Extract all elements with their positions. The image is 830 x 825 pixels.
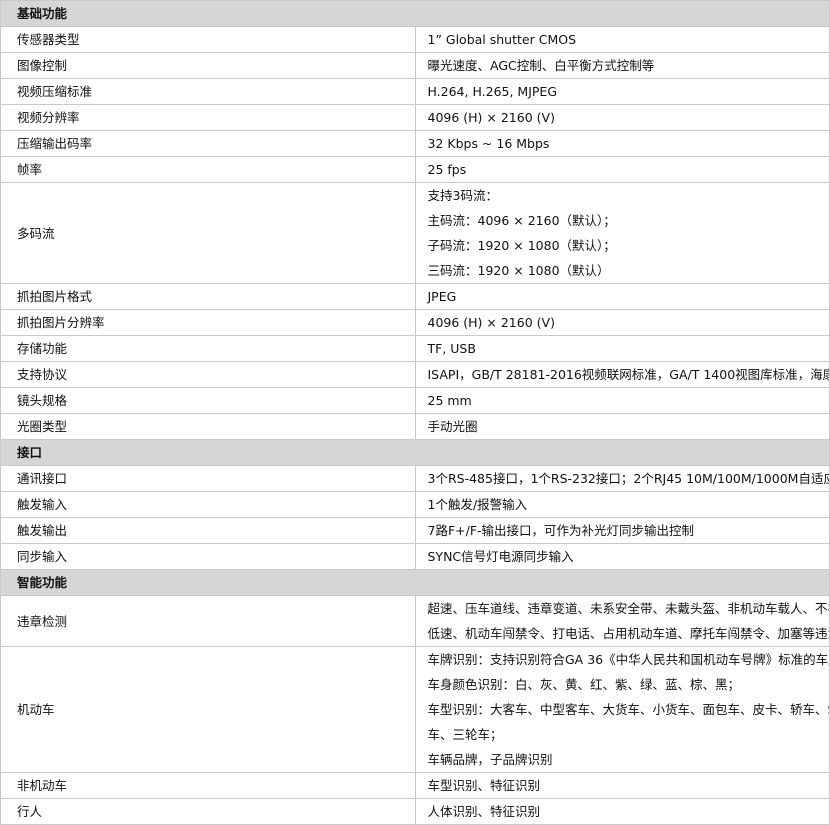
table-row: 抓拍图片分辨率 4096 (H) × 2160 (V) — [0, 309, 830, 336]
table-row: 触发输出 7路F+/F-输出接口，可作为补光灯同步输出控制 — [0, 517, 830, 544]
table-row: 行人 人体识别、特征识别 — [0, 798, 830, 825]
table-row: 多码流 支持3码流： 主码流：4096 × 2160（默认）； 子码流：1920 × … — [0, 182, 830, 284]
spec-label: 图像控制 — [0, 52, 416, 79]
table-row: 通讯接口 3个RS-485接口，1个RS-232接口；2个RJ45 10M/100… — [0, 465, 830, 492]
spec-label: 支持协议 — [0, 361, 416, 388]
section-header-row: 接口 — [0, 439, 830, 466]
spec-value-line: 车身颜色识别：白、灰、黄、红、紫、绿、蓝、棕、黑； — [427, 677, 741, 692]
spec-label: 存储功能 — [0, 335, 416, 362]
spec-label: 非机动车 — [0, 772, 416, 799]
spec-label: 触发输入 — [0, 491, 416, 518]
table-row: 支持协议 ISAPI，GB/T 28181-2016视频联网标准，GA/T 140… — [0, 361, 830, 388]
section-title: 接口 — [0, 439, 830, 466]
spec-value: TF, USB — [414, 335, 830, 362]
table-row: 机动车车牌识别：支持识别符合GA 36《中华人民共和国机动车号牌》标准的车牌类型… — [0, 646, 830, 773]
table-row: 帧率 25 fps — [0, 156, 830, 183]
spec-label: 抓拍图片分辨率 — [0, 309, 416, 336]
spec-value-line: 车型识别：大客车、中型客车、大货车、小货车、面包车、皮卡、轿车、SUV/MPV、… — [427, 702, 829, 717]
spec-value-line: 低速、机动车闯禁令、打电话、占用机动车道、摩托车闯禁令、加塞等违法行为 — [427, 626, 830, 641]
spec-value: SYNC信号灯电源同步输入 — [414, 543, 830, 570]
section-title: 基础功能 — [0, 0, 830, 27]
spec-value-line: 车辆品牌，子品牌识别 — [427, 752, 553, 767]
spec-value-line: 车、三轮车； — [427, 727, 503, 742]
spec-table-body: 基础功能 传感器类型 1” Global shutter CMOS 图像控制 曝光速度、… — [0, 0, 830, 825]
spec-label: 视频压缩标准 — [0, 78, 416, 105]
spec-value-line: 三码流：1920 × 1080（默认） — [427, 263, 610, 278]
spec-label: 抓拍图片格式 — [0, 283, 416, 310]
table-row: 触发输入 1个触发/报警输入 — [0, 491, 830, 518]
spec-label: 同步输入 — [0, 543, 416, 570]
table-row: 传感器类型 1” Global shutter CMOS — [0, 26, 830, 53]
spec-value: 32 Kbps ~ 16 Mbps — [414, 130, 830, 157]
spec-value: 4096 (H) × 2160 (V) — [414, 104, 830, 131]
spec-label: 视频分辨率 — [0, 104, 416, 131]
spec-value: 7路F+/F-输出接口，可作为补光灯同步输出控制 — [414, 517, 830, 544]
spec-value: 1” Global shutter CMOS — [414, 26, 830, 53]
spec-label: 压缩输出码率 — [0, 130, 416, 157]
spec-value: 1个触发/报警输入 — [414, 491, 830, 518]
spec-value-line: 支持3码流： — [427, 188, 498, 203]
spec-value: 车牌识别：支持识别符合GA 36《中华人民共和国机动车号牌》标准的车牌类型； 车身… — [414, 646, 830, 773]
spec-value: 曝光速度、AGC控制、白平衡方式控制等 — [414, 52, 830, 79]
table-row: 压缩输出码率 32 Kbps ~ 16 Mbps — [0, 130, 830, 157]
spec-value: ISAPI，GB/T 28181-2016视频联网标准，GA/T 1400视图库… — [414, 361, 830, 388]
table-row: 违章检测超速、压车道线、违章变道、未系安全带、未戴头盔、非机动车载人、不礼让行人… — [0, 595, 830, 647]
spec-label: 行人 — [0, 798, 416, 825]
table-row: 图像控制 曝光速度、AGC控制、白平衡方式控制等 — [0, 52, 830, 79]
section-header-row: 智能功能 — [0, 569, 830, 596]
spec-table: 基础功能 传感器类型 1” Global shutter CMOS 图像控制 曝光速度、… — [0, 0, 830, 825]
spec-value: H.264, H.265, MJPEG — [414, 78, 830, 105]
spec-value: 3个RS-485接口，1个RS-232接口；2个RJ45 10M/100M/10… — [414, 465, 830, 492]
spec-value: 25 mm — [414, 387, 830, 414]
spec-value-line: 主码流：4096 × 2160（默认）； — [427, 213, 616, 228]
spec-value-line: 子码流：1920 × 1080（默认）； — [427, 238, 616, 253]
table-row: 镜头规格 25 mm — [0, 387, 830, 414]
spec-value-line: 超速、压车道线、违章变道、未系安全带、未戴头盔、非机动车载人、不礼让行人、逆行、 — [427, 601, 829, 616]
spec-value-line: 车牌识别：支持识别符合GA 36《中华人民共和国机动车号牌》标准的车牌类型； — [427, 652, 829, 667]
spec-value: 车型识别、特征识别 — [414, 772, 830, 799]
table-row: 非机动车 车型识别、特征识别 — [0, 772, 830, 799]
table-row: 视频分辨率 4096 (H) × 2160 (V) — [0, 104, 830, 131]
table-row: 视频压缩标准 H.264, H.265, MJPEG — [0, 78, 830, 105]
spec-label: 通讯接口 — [0, 465, 416, 492]
table-row: 光圈类型 手动光圈 — [0, 413, 830, 440]
spec-label: 机动车 — [0, 646, 416, 773]
spec-label: 违章检测 — [0, 595, 416, 647]
spec-value: 25 fps — [414, 156, 830, 183]
spec-label: 传感器类型 — [0, 26, 416, 53]
spec-value: 4096 (H) × 2160 (V) — [414, 309, 830, 336]
spec-label: 帧率 — [0, 156, 416, 183]
spec-value: 手动光圈 — [414, 413, 830, 440]
table-row: 同步输入 SYNC信号灯电源同步输入 — [0, 543, 830, 570]
table-row: 抓拍图片格式 JPEG — [0, 283, 830, 310]
spec-label: 光圈类型 — [0, 413, 416, 440]
section-header-row: 基础功能 — [0, 0, 830, 27]
spec-value: 人体识别、特征识别 — [414, 798, 830, 825]
spec-value: JPEG — [414, 283, 830, 310]
spec-label: 触发输出 — [0, 517, 416, 544]
spec-label: 镜头规格 — [0, 387, 416, 414]
section-title: 智能功能 — [0, 569, 830, 596]
spec-label: 多码流 — [0, 182, 416, 284]
table-row: 存储功能 TF, USB — [0, 335, 830, 362]
spec-value: 支持3码流： 主码流：4096 × 2160（默认）； 子码流：1920 × 108… — [414, 182, 830, 284]
spec-value: 超速、压车道线、违章变道、未系安全带、未戴头盔、非机动车载人、不礼让行人、逆行、… — [414, 595, 830, 647]
